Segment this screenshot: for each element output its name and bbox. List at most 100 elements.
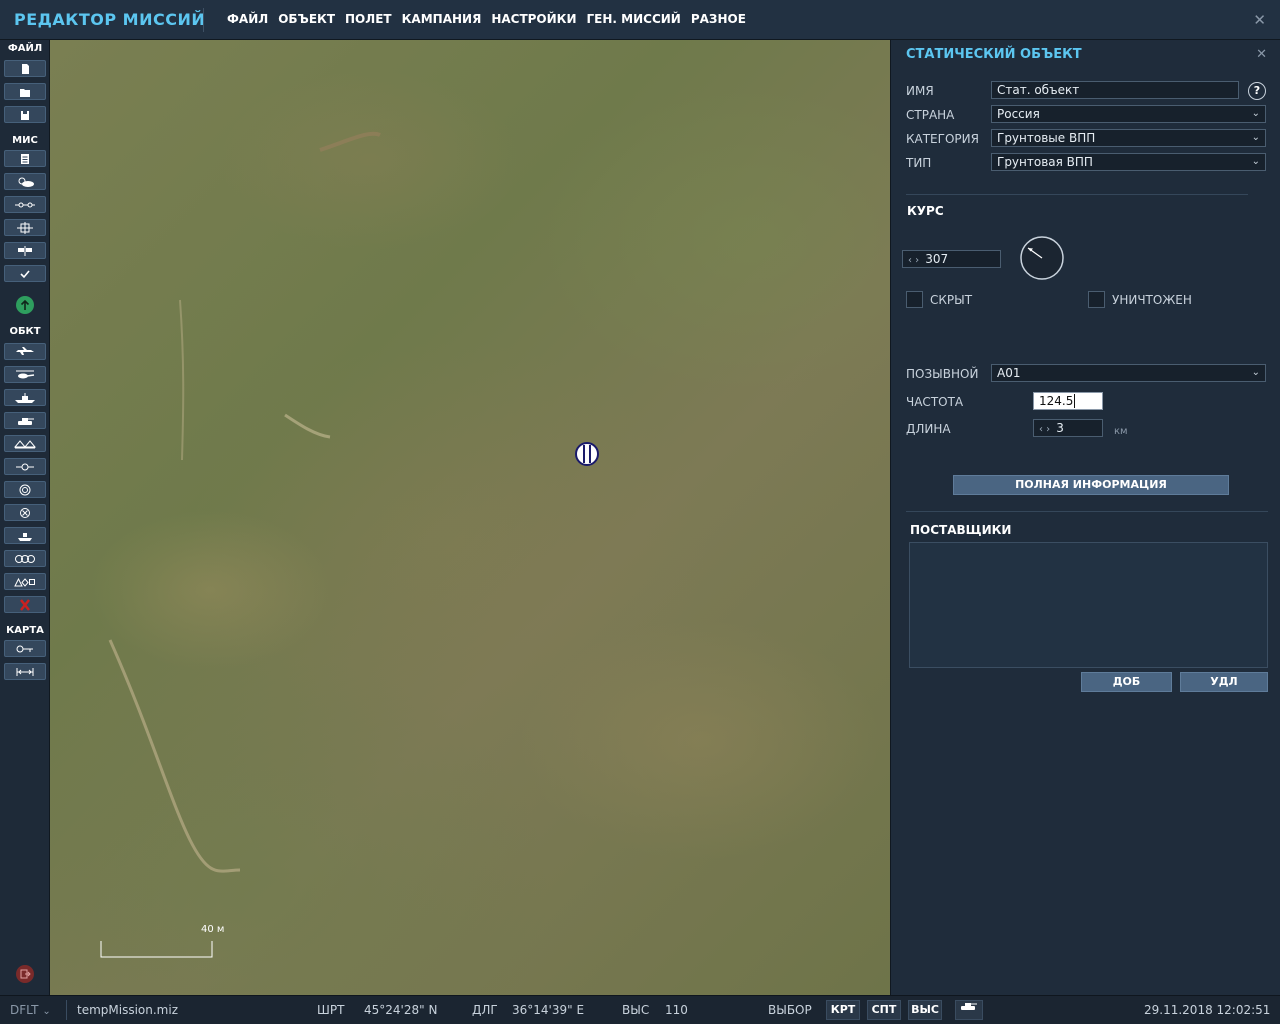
altitude-mode-toggle[interactable]: ВЫС — [908, 1000, 942, 1020]
close-icon[interactable]: ✕ — [1253, 11, 1266, 29]
static-object-panel: СТАТИЧЕСКИЙ ОБЪЕКТ ✕ ИМЯ Стат. объект ? … — [890, 40, 1280, 995]
frequency-input[interactable]: 124.5 — [1033, 392, 1103, 410]
profile-select[interactable]: DFLT ⌄ — [10, 1003, 51, 1017]
callsign-value: A01 — [997, 366, 1021, 380]
suppliers-section-title: ПОСТАВЩИКИ — [910, 523, 1012, 537]
status-bar: DFLT ⌄ tempMission.miz ШРТ 45°24'28" N Д… — [0, 995, 1280, 1024]
delete-supplier-button[interactable]: УДЛ — [1180, 672, 1268, 692]
vehicle-icon[interactable] — [4, 412, 46, 429]
target-icon[interactable] — [4, 219, 46, 236]
country-select[interactable]: Россия ⌄ — [991, 105, 1266, 123]
go-up-icon[interactable] — [16, 296, 34, 314]
menu-file[interactable]: ФАЙЛ — [222, 12, 273, 26]
type-value: Грунтовая ВПП — [997, 155, 1093, 169]
nav-target-icon[interactable] — [4, 504, 46, 521]
menu-campaign[interactable]: КАМПАНИЯ — [397, 12, 487, 26]
scale-label: 40 м — [201, 924, 225, 935]
zone-icon[interactable] — [4, 481, 46, 498]
select-mode-label: ВЫБОР — [768, 1003, 812, 1017]
ruler-icon[interactable] — [4, 663, 46, 680]
check-icon[interactable] — [4, 265, 46, 282]
group-icon[interactable] — [4, 550, 46, 567]
datetime: 29.11.2018 12:02:51 — [1144, 1003, 1271, 1017]
latitude-label: ШРТ — [317, 1003, 345, 1017]
stepper-arrows-icon[interactable]: ‹ › — [1039, 424, 1050, 435]
map-view[interactable]: 40 м — [50, 40, 890, 995]
callsign-label: ПОЗЫВНОЙ — [906, 367, 979, 381]
open-folder-icon[interactable] — [4, 83, 46, 100]
menu-flight[interactable]: ПОЛЕТ — [340, 12, 397, 26]
add-supplier-button[interactable]: ДОБ — [1081, 672, 1172, 692]
profile-value: DFLT — [10, 1003, 39, 1017]
help-button[interactable]: ? — [1248, 82, 1266, 100]
frequency-label: ЧАСТОТА — [906, 395, 964, 409]
altitude-value: 110 — [665, 1003, 688, 1017]
menu-object[interactable]: ОБЪЕКТ — [273, 12, 340, 26]
briefing-icon[interactable] — [4, 150, 46, 167]
category-value: Грунтовые ВПП — [997, 131, 1096, 145]
panel-title: СТАТИЧЕСКИЙ ОБЪЕКТ — [906, 47, 1082, 62]
length-label: ДЛИНА — [906, 422, 951, 436]
title-bar: РЕДАКТОР МИССИЙ ФАЙЛ ОБЪЕКТ ПОЛЕТ КАМПАН… — [0, 0, 1280, 40]
delete-icon[interactable] — [4, 596, 46, 613]
left-toolbar: ФАЙЛ МИС ОБКТ КАРТА — [0, 40, 50, 995]
suppliers-list[interactable] — [909, 542, 1268, 668]
plane-icon[interactable] — [4, 343, 46, 360]
destroyed-checkbox[interactable] — [1088, 291, 1105, 308]
map-options-icon[interactable] — [4, 640, 46, 657]
flag-icon[interactable] — [4, 242, 46, 259]
status-separator — [66, 1000, 67, 1020]
weather-icon[interactable] — [4, 173, 46, 190]
heading-stepper[interactable]: ‹ › 307 — [902, 250, 1001, 268]
vehicle-filter-icon[interactable] — [955, 1000, 983, 1020]
category-select[interactable]: Грунтовые ВПП ⌄ — [991, 129, 1266, 147]
callsign-select[interactable]: A01 ⌄ — [991, 364, 1266, 382]
helicopter-icon[interactable] — [4, 366, 46, 383]
map-scale-bar — [100, 941, 213, 958]
type-label: ТИП — [906, 156, 932, 170]
menu-mission-generator[interactable]: ГЕН. МИССИЙ — [582, 12, 686, 26]
full-info-button[interactable]: ПОЛНАЯ ИНФОРМАЦИЯ — [953, 475, 1229, 495]
divider — [906, 194, 1248, 195]
length-stepper[interactable]: ‹ › 3 — [1033, 419, 1103, 437]
map-mode-toggle[interactable]: КРТ — [826, 1000, 860, 1020]
main-menu: ФАЙЛ ОБЪЕКТ ПОЛЕТ КАМПАНИЯ НАСТРОЙКИ ГЕН… — [222, 12, 751, 26]
latitude-value: 45°24'28" N — [364, 1003, 438, 1017]
toolbar-section-map: КАРТА — [6, 625, 44, 636]
app-title: РЕДАКТОР МИССИЙ — [14, 10, 206, 29]
save-icon[interactable] — [4, 106, 46, 123]
stepper-arrows-icon[interactable]: ‹ › — [908, 255, 919, 266]
category-label: КАТЕГОРИЯ — [906, 132, 979, 146]
exit-icon[interactable] — [16, 965, 34, 983]
hidden-label: СКРЫТ — [930, 293, 973, 307]
new-file-icon[interactable] — [4, 60, 46, 77]
satellite-mode-toggle[interactable]: СПТ — [867, 1000, 901, 1020]
length-value: 3 — [1056, 421, 1064, 435]
toolbar-section-mission: МИС — [12, 135, 38, 146]
title-separator — [203, 8, 204, 32]
static-object-marker[interactable] — [575, 442, 599, 466]
menu-misc[interactable]: РАЗНОЕ — [686, 12, 751, 26]
destroyed-label: УНИЧТОЖЕН — [1112, 293, 1192, 307]
longitude-label: ДЛГ — [472, 1003, 498, 1017]
longitude-value: 36°14'39" E — [512, 1003, 585, 1017]
menu-settings[interactable]: НАСТРОЙКИ — [486, 12, 581, 26]
type-select[interactable]: Грунтовая ВПП ⌄ — [991, 153, 1266, 171]
heading-value: 307 — [925, 252, 949, 266]
close-icon[interactable]: ✕ — [1256, 47, 1267, 62]
hidden-checkbox[interactable] — [906, 291, 923, 308]
shapes-icon[interactable] — [4, 573, 46, 590]
chevron-down-icon: ⌄ — [1251, 108, 1260, 119]
triggers-icon[interactable] — [4, 196, 46, 213]
waypoint-icon[interactable] — [4, 458, 46, 475]
length-unit: км — [1114, 426, 1128, 437]
altitude-label: ВЫС — [622, 1003, 650, 1017]
ship-icon[interactable] — [4, 389, 46, 406]
heading-dial[interactable] — [1020, 236, 1064, 280]
static-object-icon[interactable] — [4, 435, 46, 452]
frequency-value: 124.5 — [1039, 394, 1074, 408]
chevron-down-icon: ⌄ — [1251, 132, 1260, 143]
name-field[interactable]: Стат. объект — [991, 81, 1239, 99]
fob-icon[interactable] — [4, 527, 46, 544]
map-terrain — [100, 131, 381, 958]
